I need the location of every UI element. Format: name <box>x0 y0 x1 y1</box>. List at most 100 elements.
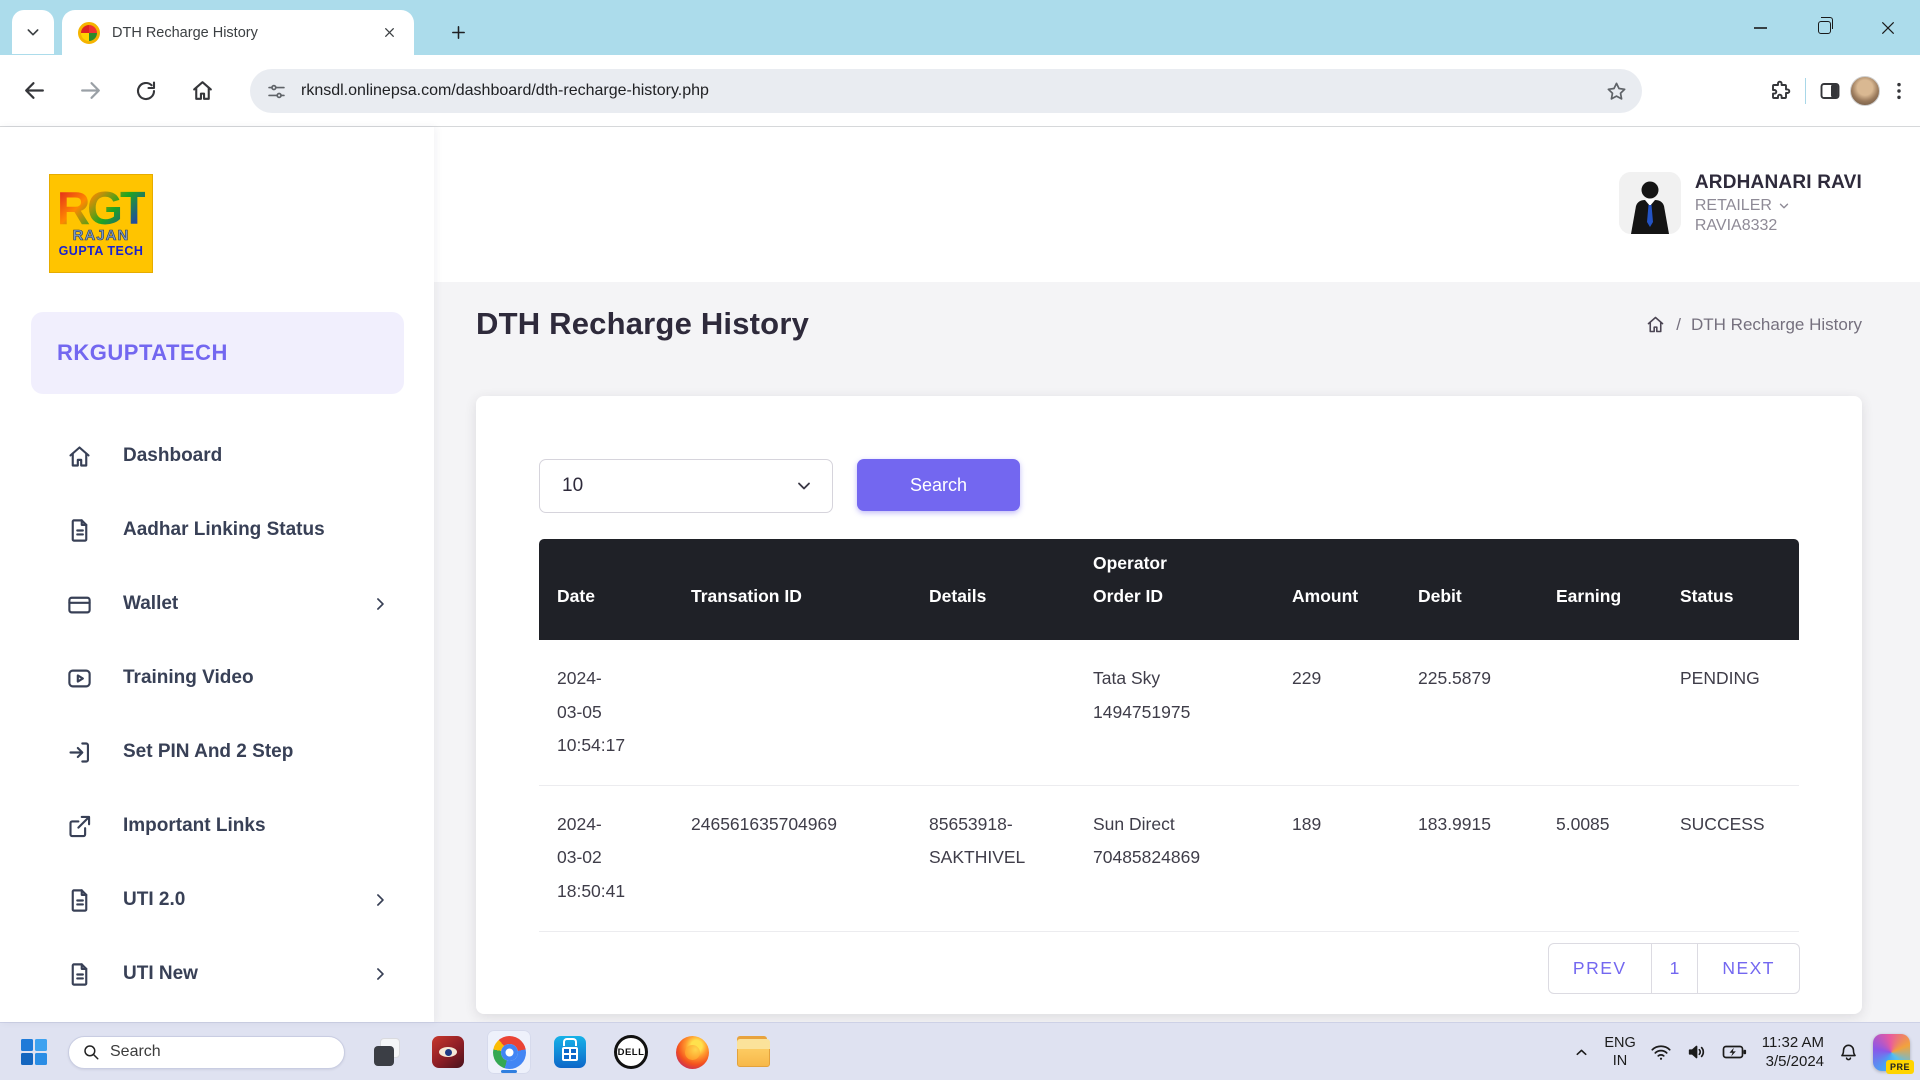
column-header-date: Date <box>539 539 673 640</box>
user-avatar <box>1619 172 1681 234</box>
volume-icon[interactable] <box>1686 1041 1708 1063</box>
sidebar-item-important-links[interactable]: Important Links <box>0 789 434 863</box>
url-text[interactable]: rknsdl.onlinepsa.com/dashboard/dth-recha… <box>301 82 1605 100</box>
page-1-button[interactable]: 1 <box>1652 943 1699 994</box>
new-tab-button[interactable] <box>442 16 474 48</box>
cell-date: 2024- 03-02 18:50:41 <box>539 785 673 931</box>
taskbar-app-dell[interactable]: DELL <box>609 1030 653 1074</box>
forward-arrow-icon <box>78 78 103 103</box>
cell-status: PENDING <box>1662 640 1799 785</box>
chevron-down-icon <box>794 476 814 496</box>
notifications-bell-icon[interactable] <box>1838 1042 1859 1063</box>
recharge-history-table: DateTransation IDDetailsOperator Order I… <box>539 539 1799 932</box>
wifi-icon[interactable] <box>1650 1041 1672 1063</box>
browser-tab[interactable]: DTH Recharge History <box>62 10 414 55</box>
site-settings-icon[interactable] <box>266 81 287 102</box>
header-band: ARDHANARI RAVI RETAILER RAVIA8332 <box>434 127 1920 282</box>
browser-profile-avatar[interactable] <box>1850 76 1880 106</box>
user-role[interactable]: RETAILER <box>1695 197 1862 215</box>
file-explorer-icon <box>737 1041 770 1067</box>
taskbar-search-label: Search <box>110 1043 161 1061</box>
table-header-row: DateTransation IDDetailsOperator Order I… <box>539 539 1799 640</box>
chevron-right-icon <box>370 964 390 984</box>
cell-transaction_id: 246561635704969 <box>673 785 911 931</box>
prev-button[interactable]: PREV <box>1548 943 1652 994</box>
home-button[interactable] <box>182 71 222 111</box>
reload-button[interactable] <box>126 71 166 111</box>
forward-button[interactable] <box>70 71 110 111</box>
cell-debit: 183.9915 <box>1400 785 1538 931</box>
tab-close-icon[interactable] <box>378 22 400 44</box>
cell-details <box>911 640 1075 785</box>
bookmark-star-icon[interactable] <box>1605 80 1628 103</box>
logo-line1: RAJAN <box>73 227 130 244</box>
external-icon <box>66 813 93 840</box>
breadcrumb-home-icon[interactable] <box>1645 314 1666 335</box>
sidebar-item-label: UTI New <box>123 963 370 985</box>
content-area: DTH Recharge History / DTH Recharge Hist… <box>434 282 1920 1022</box>
sidebar-item-dashboard[interactable]: Dashboard <box>0 419 434 493</box>
window-close-button[interactable] <box>1856 0 1920 55</box>
url-bar[interactable]: rknsdl.onlinepsa.com/dashboard/dth-recha… <box>250 69 1642 113</box>
main-area: ARDHANARI RAVI RETAILER RAVIA8332 DTH Re… <box>434 127 1920 1022</box>
cell-transaction_id <box>673 640 911 785</box>
user-profile[interactable]: ARDHANARI RAVI RETAILER RAVIA8332 <box>1619 172 1862 235</box>
chrome-icon <box>493 1036 526 1069</box>
tray-chevron-up-icon[interactable] <box>1573 1044 1590 1061</box>
taskbar-app-file-explorer[interactable] <box>731 1030 775 1074</box>
windows-taskbar: Search DELL <box>0 1022 1920 1080</box>
cell-amount: 189 <box>1274 785 1400 931</box>
table-row: 2024- 03-02 18:50:4124656163570496985653… <box>539 785 1799 931</box>
battery-icon[interactable] <box>1722 1041 1748 1063</box>
window-restore-button[interactable] <box>1792 0 1856 55</box>
taskbar-app-microsoft-store[interactable] <box>548 1030 592 1074</box>
taskbar-search[interactable]: Search <box>68 1036 345 1069</box>
logo-monogram: RGT <box>57 189 145 228</box>
chevron-down-icon <box>25 24 41 40</box>
sidebar-item-label: Important Links <box>123 815 390 837</box>
sidebar-item-aadhar-linking-status[interactable]: Aadhar Linking Status <box>0 493 434 567</box>
column-header-transaction_id: Transation ID <box>673 539 911 640</box>
cell-details: 85653918- SAKTHIVEL <box>911 785 1075 931</box>
photo-viewer-icon <box>432 1036 464 1068</box>
breadcrumb-current: DTH Recharge History <box>1691 315 1862 335</box>
sidebar-item-uti-new[interactable]: UTI New <box>0 937 434 1011</box>
chevron-right-icon <box>370 890 390 910</box>
back-button[interactable] <box>14 71 54 111</box>
cell-earning <box>1538 640 1662 785</box>
sidebar-item-wallet[interactable]: Wallet <box>0 567 434 641</box>
sidebar-item-training-video[interactable]: Training Video <box>0 641 434 715</box>
cell-operator_order_id: Tata Sky 1494751975 <box>1075 640 1274 785</box>
taskbar-app-snipping-tool[interactable] <box>365 1030 409 1074</box>
side-panel-icon[interactable] <box>1818 79 1842 103</box>
home-icon <box>190 78 215 103</box>
column-header-debit: Debit <box>1400 539 1538 640</box>
taskbar-app-chrome[interactable] <box>487 1030 531 1074</box>
start-button[interactable] <box>14 1032 54 1072</box>
file-icon <box>66 887 93 914</box>
page-size-value: 10 <box>562 475 794 497</box>
taskbar-app-photo-viewer[interactable] <box>426 1030 470 1074</box>
brand-name: RKGUPTATECH <box>57 340 228 366</box>
language-indicator[interactable]: ENG IN <box>1604 1034 1635 1070</box>
snipping-tool-icon <box>372 1037 402 1067</box>
browser-menu-icon[interactable] <box>1888 80 1910 102</box>
extensions-icon[interactable] <box>1769 79 1793 103</box>
copilot-icon[interactable]: PRE <box>1873 1034 1910 1071</box>
cell-earning: 5.0085 <box>1538 785 1662 931</box>
page-size-select[interactable]: 10 <box>539 459 833 513</box>
search-button[interactable]: Search <box>857 459 1020 511</box>
close-icon <box>1880 20 1896 36</box>
taskbar-clock[interactable]: 11:32 AM 3/5/2024 <box>1762 1033 1824 1072</box>
tab-search-button[interactable] <box>12 10 54 54</box>
logo-line2: GUPTA TECH <box>59 244 144 258</box>
next-button[interactable]: NEXT <box>1698 943 1800 994</box>
sidebar-item-set-pin-and-2-step[interactable]: Set PIN And 2 Step <box>0 715 434 789</box>
sidebar-item-uti-2-0[interactable]: UTI 2.0 <box>0 863 434 937</box>
windows-logo-icon <box>19 1037 49 1067</box>
window-minimize-button[interactable] <box>1728 0 1792 55</box>
search-icon <box>82 1043 100 1061</box>
taskbar-app-firefox[interactable] <box>670 1030 714 1074</box>
firefox-icon <box>676 1036 709 1069</box>
cell-operator_order_id: Sun Direct 70485824869 <box>1075 785 1274 931</box>
